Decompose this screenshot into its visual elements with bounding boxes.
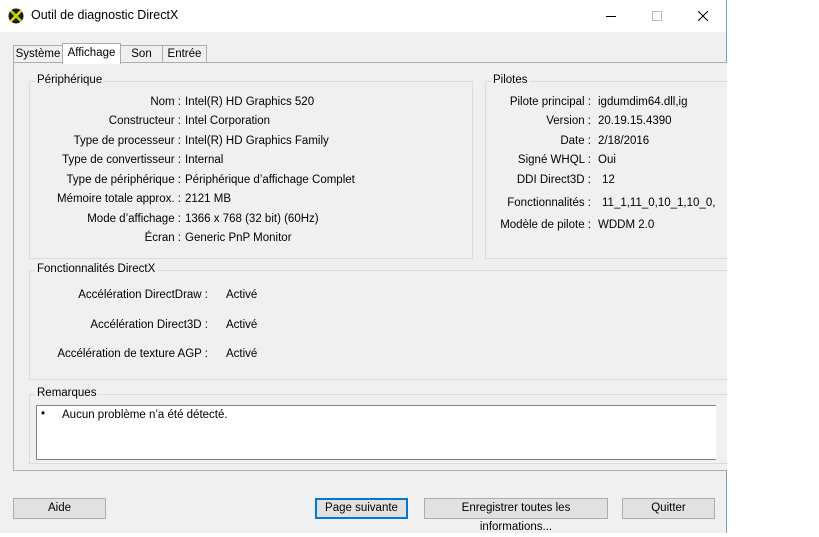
driver-label: Fonctionnalités : xyxy=(507,197,591,209)
driver-label: Version : xyxy=(546,115,591,127)
remarks-textbox[interactable]: • Aucun problème n’a été détecté. xyxy=(36,405,716,460)
device-heading: Périphérique xyxy=(35,74,105,86)
driver-label: Date : xyxy=(560,135,591,147)
device-label: Type de convertisseur : xyxy=(62,154,181,166)
tab-affichage[interactable]: Affichage xyxy=(62,43,121,64)
features-heading: Fonctionnalités DirectX xyxy=(35,263,158,275)
close-icon xyxy=(698,11,708,21)
help-button[interactable]: Aide xyxy=(13,498,106,519)
device-label: Constructeur : xyxy=(108,115,181,127)
device-label: Mémoire totale approx. : xyxy=(56,193,181,205)
driver-value: 20.19.15.4390 xyxy=(598,115,672,127)
close-button[interactable] xyxy=(680,0,726,32)
next-page-button[interactable]: Page suivante xyxy=(315,498,408,519)
feature-value: Activé xyxy=(226,348,258,360)
driver-value: WDDM 2.0 xyxy=(598,219,655,231)
device-group: Périphérique Nom : Intel(R) HD Graphics … xyxy=(29,74,473,259)
driver-label: Pilote principal : xyxy=(509,96,591,108)
directx-logo-icon xyxy=(8,8,24,24)
feature-label: Accélération Direct3D : xyxy=(90,319,208,331)
drivers-group: Pilotes Pilote principal : igdumdim64.dl… xyxy=(485,74,728,259)
drivers-heading: Pilotes xyxy=(491,74,530,86)
feature-value: Activé xyxy=(226,319,258,331)
maximize-button[interactable] xyxy=(634,0,680,32)
device-value: Périphérique d’affichage Complet xyxy=(185,174,355,186)
bullet-icon: • xyxy=(41,408,46,420)
title-bar[interactable]: Outil de diagnostic DirectX xyxy=(0,0,726,32)
minimize-icon xyxy=(606,11,616,21)
driver-label: DDI Direct3D : xyxy=(516,174,591,186)
window-title: Outil de diagnostic DirectX xyxy=(31,8,179,22)
driver-value: igdumdim64.dll,igd10iumd64.dll,igd10iumd… xyxy=(598,96,687,108)
device-value: 2121 MB xyxy=(185,193,232,205)
remarks-heading: Remarques xyxy=(35,387,99,399)
tab-entree[interactable]: Entrée xyxy=(162,45,207,63)
device-value: Intel(R) HD Graphics 520 xyxy=(185,96,315,108)
tab-systeme[interactable]: Système xyxy=(13,45,63,63)
remarks-group: Remarques • Aucun problème n’a été détec… xyxy=(29,387,728,464)
remark-item: Aucun problème n’a été détecté. xyxy=(62,409,228,421)
directx-window: Outil de diagnostic DirectX Système Affi… xyxy=(0,0,728,533)
feature-value: Activé xyxy=(226,289,258,301)
save-all-info-button[interactable]: Enregistrer toutes les informations... xyxy=(424,498,608,533)
device-label: Écran : xyxy=(144,232,181,244)
driver-label: Signé WHQL : xyxy=(517,154,591,166)
driver-value: 11_1,11_0,10_1,10_0,9_3,9_2,9_1 xyxy=(602,197,716,209)
tab-son[interactable]: Son xyxy=(120,45,163,63)
device-label: Nom : xyxy=(150,96,181,108)
device-value: Intel Corporation xyxy=(185,115,271,127)
minimize-button[interactable] xyxy=(588,0,634,32)
device-value: Intel(R) HD Graphics Family xyxy=(185,135,329,147)
feature-label: Accélération DirectDraw : xyxy=(78,289,208,301)
maximize-icon xyxy=(652,11,662,21)
device-value: Generic PnP Monitor xyxy=(185,232,292,244)
device-value: 1366 x 768 (32 bit) (60Hz) xyxy=(185,213,319,225)
device-label: Mode d’affichage : xyxy=(87,213,181,225)
driver-value: 2/18/2016 xyxy=(598,135,650,147)
driver-label: Modèle de pilote : xyxy=(500,219,591,231)
tab-panel: Périphérique Nom : Intel(R) HD Graphics … xyxy=(13,62,728,471)
driver-value: 12 xyxy=(602,174,615,186)
features-group: Fonctionnalités DirectX Accélération Dir… xyxy=(29,263,728,380)
feature-label: Accélération de texture AGP : xyxy=(57,348,208,360)
quit-button[interactable]: Quitter xyxy=(622,498,715,519)
driver-value: Oui xyxy=(598,154,616,166)
device-label: Type de périphérique : xyxy=(66,174,181,186)
device-value: Internal xyxy=(185,154,224,166)
device-label: Type de processeur : xyxy=(73,135,181,147)
